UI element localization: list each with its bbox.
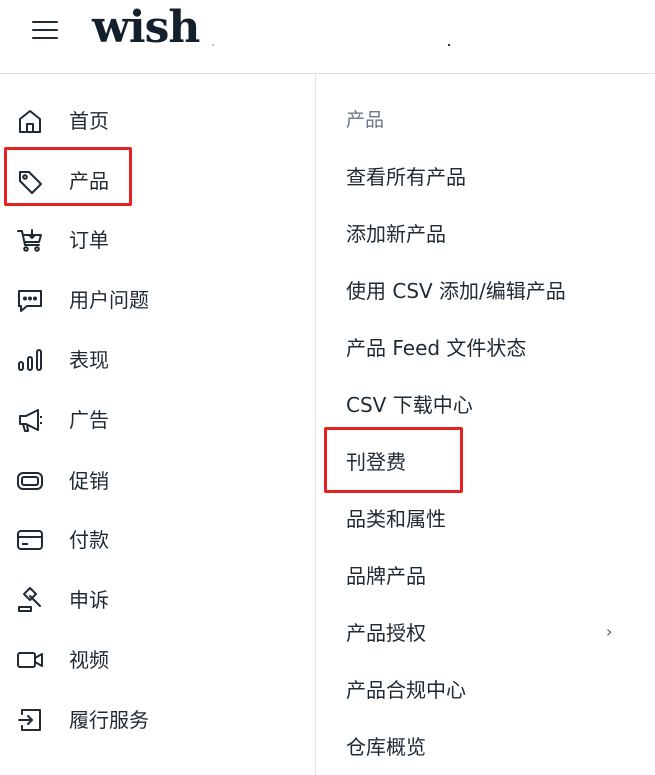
sidebar-item-promotions[interactable]: 促销 xyxy=(0,455,315,507)
sidebar-item-label: 履行服务 xyxy=(69,708,149,732)
hamburger-menu-icon[interactable] xyxy=(32,19,58,39)
chevron-right-icon[interactable]: › xyxy=(606,622,612,641)
submenu-title: 产品 xyxy=(346,109,385,131)
video-icon xyxy=(17,652,43,668)
sidebar-item-user-questions[interactable]: 用户问题 xyxy=(0,274,315,326)
sidebar-item-label: 广告 xyxy=(69,408,109,432)
sidebar-item-appeals[interactable]: 申诉 xyxy=(0,574,315,626)
header-dot xyxy=(212,44,214,46)
submenu-item-listing-fee[interactable]: 刊登费 xyxy=(346,448,636,480)
cart-icon xyxy=(17,229,42,252)
submenu-item-csv-add-edit[interactable]: 使用 CSV 添加/编辑产品 xyxy=(346,277,636,309)
submenu-item-categories-attributes[interactable]: 品类和属性 xyxy=(346,505,636,537)
wish-logo[interactable]: wish xyxy=(92,2,200,53)
sidebar-item-label: 申诉 xyxy=(69,588,109,612)
sidebar-item-label: 订单 xyxy=(69,228,109,252)
menu-divider xyxy=(315,74,316,775)
sidebar-item-label: 用户问题 xyxy=(69,288,149,312)
credit-card-icon xyxy=(17,530,43,550)
sidebar-item-home[interactable]: 首页 xyxy=(0,95,315,147)
promo-icon xyxy=(17,472,43,490)
sidebar-item-ads[interactable]: 广告 xyxy=(0,394,315,446)
sidebar-item-videos[interactable]: 视频 xyxy=(0,634,315,686)
sidebar-item-payments[interactable]: 付款 xyxy=(0,514,315,566)
submenu-item-feed-status[interactable]: 产品 Feed 文件状态 xyxy=(346,334,636,366)
sidebar-item-products[interactable]: 产品 xyxy=(0,155,315,207)
bar-chart-icon xyxy=(18,349,42,371)
sidebar-item-label: 表现 xyxy=(69,348,109,372)
sidebar-item-label: 首页 xyxy=(69,109,109,133)
tag-icon xyxy=(19,171,42,194)
sidebar-item-fulfillment[interactable]: 履行服务 xyxy=(0,694,315,746)
submenu-item-compliance-center[interactable]: 产品合规中心 xyxy=(346,676,636,708)
chat-icon xyxy=(18,290,42,312)
sidebar-item-performance[interactable]: 表现 xyxy=(0,334,315,386)
sidebar-item-orders[interactable]: 订单 xyxy=(0,214,315,266)
fulfillment-icon xyxy=(18,709,41,731)
submenu-item-add-new-product[interactable]: 添加新产品 xyxy=(346,220,636,252)
submenu-item-warehouse-overview[interactable]: 仓库概览 xyxy=(346,733,636,765)
sidebar-item-label: 产品 xyxy=(69,169,109,193)
submenu-item-product-authorization[interactable]: 产品授权 xyxy=(346,619,636,651)
gavel-icon xyxy=(18,587,41,612)
sidebar-item-label: 付款 xyxy=(69,528,109,552)
top-header: wish xyxy=(0,0,655,74)
megaphone-icon xyxy=(19,409,42,432)
submenu-item-branded-products[interactable]: 品牌产品 xyxy=(346,562,636,594)
sidebar-item-label: 促销 xyxy=(69,469,109,493)
submenu-item-csv-download-center[interactable]: CSV 下载中心 xyxy=(346,391,636,423)
submenu-item-view-all-products[interactable]: 查看所有产品 xyxy=(346,163,636,195)
sidebar-item-label: 视频 xyxy=(69,648,109,672)
home-icon xyxy=(19,110,41,133)
header-dot xyxy=(448,44,450,46)
